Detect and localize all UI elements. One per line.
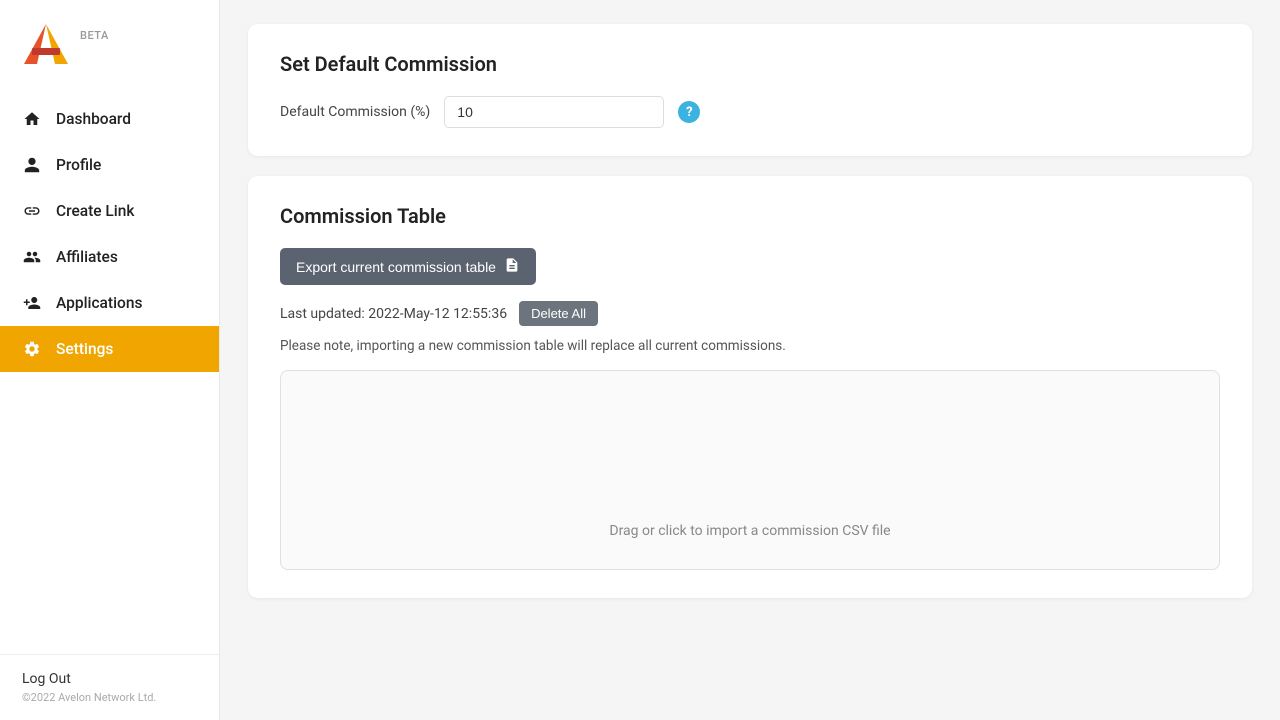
help-icon[interactable]: ?: [678, 101, 700, 123]
export-file-icon: [504, 257, 520, 276]
user-plus-icon: [22, 293, 42, 313]
export-button[interactable]: Export current commission table: [280, 248, 536, 285]
commission-card: Set Default Commission Default Commissio…: [248, 24, 1252, 156]
sidebar-item-settings[interactable]: Settings: [0, 326, 219, 372]
beta-label: BETA: [80, 29, 109, 42]
sidebar-item-affiliates[interactable]: Affiliates: [0, 234, 219, 280]
commission-table-card: Commission Table Export current commissi…: [248, 176, 1252, 598]
logout-button[interactable]: Log Out: [22, 671, 197, 687]
sidebar-label-dashboard: Dashboard: [56, 110, 131, 128]
sidebar: BETA Dashboard Profile Create Link Aff: [0, 0, 220, 720]
copyright-text: ©2022 Avelon Network Ltd.: [22, 691, 197, 704]
dropzone-text: Drag or click to import a commission CSV…: [609, 523, 890, 539]
sidebar-label-profile: Profile: [56, 156, 101, 174]
sidebar-label-applications: Applications: [56, 294, 142, 312]
sidebar-label-settings: Settings: [56, 340, 113, 358]
sidebar-item-profile[interactable]: Profile: [0, 142, 219, 188]
commission-input[interactable]: [444, 96, 664, 128]
export-button-label: Export current commission table: [296, 259, 496, 275]
logo-icon: [20, 18, 72, 70]
last-updated-row: Last updated: 2022-May-12 12:55:36 Delet…: [280, 301, 1220, 326]
commission-card-title: Set Default Commission: [280, 52, 1220, 76]
home-icon: [22, 109, 42, 129]
last-updated-text: Last updated: 2022-May-12 12:55:36: [280, 306, 507, 322]
sidebar-label-create-link: Create Link: [56, 202, 134, 220]
import-note: Please note, importing a new commission …: [280, 338, 1220, 354]
user-icon: [22, 155, 42, 175]
sidebar-item-create-link[interactable]: Create Link: [0, 188, 219, 234]
commission-table-title: Commission Table: [280, 204, 1220, 228]
csv-dropzone[interactable]: Drag or click to import a commission CSV…: [280, 370, 1220, 570]
commission-form-label: Default Commission (%): [280, 104, 430, 120]
sidebar-item-applications[interactable]: Applications: [0, 280, 219, 326]
sidebar-item-dashboard[interactable]: Dashboard: [0, 96, 219, 142]
commission-form-row: Default Commission (%) ?: [280, 96, 1220, 128]
sidebar-label-affiliates: Affiliates: [56, 248, 118, 266]
sidebar-footer: Log Out ©2022 Avelon Network Ltd.: [0, 654, 219, 720]
logo-area: BETA: [0, 0, 219, 88]
sidebar-nav: Dashboard Profile Create Link Affiliates: [0, 88, 219, 654]
delete-all-button[interactable]: Delete All: [519, 301, 598, 326]
main-content: Set Default Commission Default Commissio…: [220, 0, 1280, 720]
gear-icon: [22, 339, 42, 359]
link-icon: [22, 201, 42, 221]
users-icon: [22, 247, 42, 267]
